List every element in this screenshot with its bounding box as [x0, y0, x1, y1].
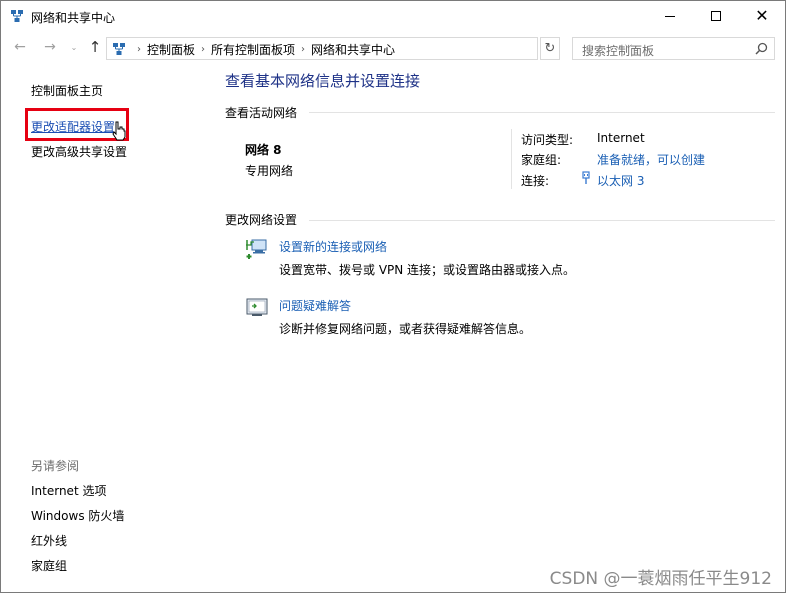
section-divider — [309, 112, 775, 113]
network-details-divider — [511, 129, 512, 189]
up-arrow-icon[interactable]: ↑ — [86, 38, 104, 56]
minimize-icon — [665, 15, 675, 17]
title-bar: 网络和共享中心 ✕ — [1, 1, 785, 32]
change-advanced-sharing-link[interactable]: 更改高级共享设置 — [31, 143, 127, 160]
change-network-settings-heading: 更改网络设置 — [225, 213, 298, 227]
windows-firewall-link[interactable]: Windows 防火墙 — [31, 507, 124, 524]
hand-cursor-icon — [112, 121, 126, 141]
new-connection-icon — [246, 239, 267, 259]
control-panel-icon — [113, 43, 125, 55]
page-title: 查看基本网络信息并设置连接 — [225, 72, 421, 90]
change-adapter-settings-link[interactable]: 更改适配器设置 — [31, 118, 115, 135]
ethernet-icon — [582, 171, 590, 184]
refresh-button[interactable]: ↻ — [540, 37, 560, 60]
close-button[interactable]: ✕ — [739, 1, 785, 31]
minimize-button[interactable] — [647, 1, 693, 31]
infrared-link[interactable]: 红外线 — [31, 532, 67, 549]
see-also-heading: 另请参阅 — [31, 459, 80, 473]
setup-new-connection-link[interactable]: 设置新的连接或网络 — [279, 238, 387, 255]
window-title: 网络和共享中心 — [31, 11, 116, 25]
homegroup-ready-link[interactable]: 准备就绪，可以创建 — [597, 151, 705, 168]
connection-label: 连接: — [521, 174, 550, 188]
search-icon — [755, 42, 768, 55]
navigation-bar: ← → ⌄ ↑ › 控制面板 › 所有控制面板项 › 网络和共享中心 ⌵ ↻ 搜… — [1, 34, 785, 62]
breadcrumb-control-panel[interactable]: 控制面板 — [147, 41, 195, 58]
network-center-icon — [11, 10, 23, 22]
network-type[interactable]: 专用网络 — [245, 162, 293, 179]
search-placeholder: 搜索控制面板 — [582, 44, 655, 58]
breadcrumb: › 控制面板 › 所有控制面板项 › 网络和共享中心 — [131, 41, 395, 58]
address-bar[interactable]: › 控制面板 › 所有控制面板项 › 网络和共享中心 ⌵ — [106, 37, 632, 60]
troubleshoot-description: 诊断并修复网络问题，或者获得疑难解答信息。 — [279, 322, 532, 336]
search-input[interactable]: 搜索控制面板 — [572, 37, 775, 60]
homegroup-link[interactable]: 家庭组 — [31, 557, 67, 574]
network-name: 网络 8 — [245, 143, 282, 157]
breadcrumb-separator-icon: › — [137, 44, 141, 55]
ethernet-connection-link[interactable]: 以太网 3 — [597, 172, 644, 189]
breadcrumb-all-items[interactable]: 所有控制面板项 — [211, 41, 295, 58]
access-type-value: Internet — [597, 131, 645, 145]
watermark-text: CSDN @一蓑烟雨任平生912 — [549, 569, 772, 589]
breadcrumb-network-center[interactable]: 网络和共享中心 — [311, 41, 395, 58]
troubleshoot-icon — [246, 298, 268, 316]
setup-new-connection-description: 设置宽带、拨号或 VPN 连接；或设置路由器或接入点。 — [279, 263, 576, 277]
refresh-icon: ↻ — [544, 41, 556, 56]
left-task-pane: 控制面板主页 更改适配器设置 更改高级共享设置 另请参阅 Internet 选项… — [1, 63, 211, 592]
maximize-button[interactable] — [693, 1, 739, 31]
maximize-icon — [711, 11, 721, 21]
forward-arrow-icon[interactable]: → — [41, 38, 59, 56]
back-arrow-icon[interactable]: ← — [11, 38, 29, 56]
control-panel-home-link[interactable]: 控制面板主页 — [31, 82, 103, 99]
active-networks-heading: 查看活动网络 — [225, 106, 298, 120]
breadcrumb-separator-icon: › — [301, 44, 306, 55]
close-icon: ✕ — [755, 6, 769, 25]
network-sharing-window: 网络和共享中心 ✕ ← → ⌄ ↑ › 控制面板 › 所有控制面板项 › 网络和… — [0, 0, 786, 593]
breadcrumb-separator-icon: › — [201, 44, 206, 55]
recent-locations-chevron-icon[interactable]: ⌄ — [65, 38, 83, 56]
access-type-label: 访问类型: — [521, 133, 574, 147]
troubleshoot-problems-link[interactable]: 问题疑难解答 — [279, 297, 351, 314]
homegroup-label: 家庭组: — [521, 153, 562, 167]
section-divider — [309, 220, 775, 221]
internet-options-link[interactable]: Internet 选项 — [31, 482, 106, 499]
